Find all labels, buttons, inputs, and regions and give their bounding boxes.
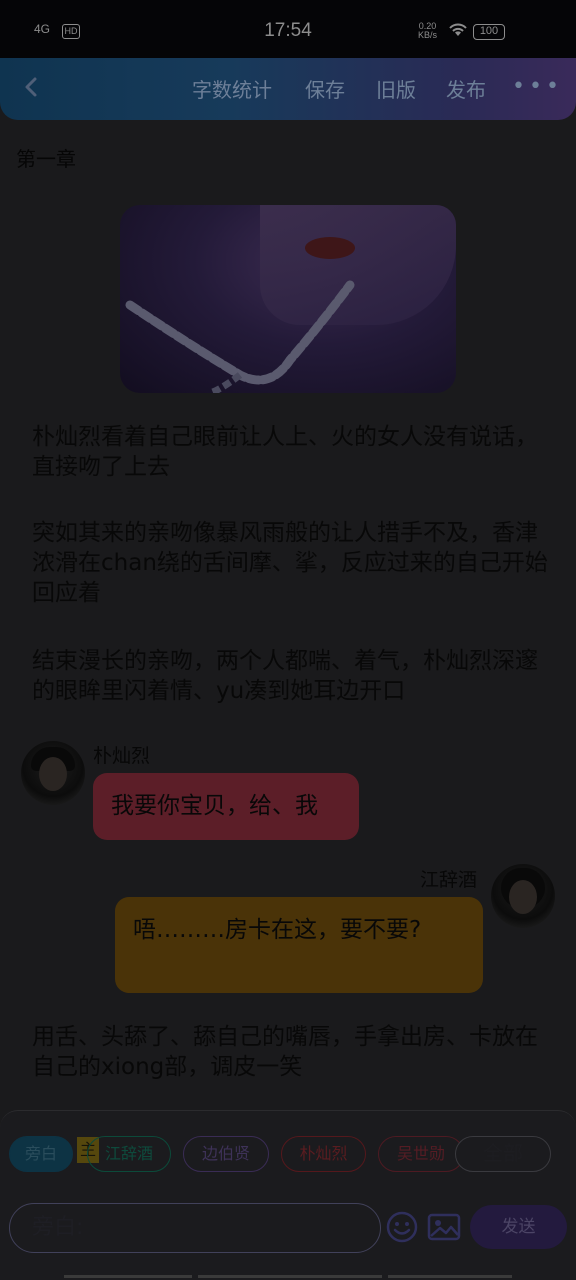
avatar[interactable] xyxy=(491,864,555,928)
role-chip-pu[interactable]: 朴灿烈 xyxy=(281,1136,366,1172)
nav-gesture-bar xyxy=(64,1275,192,1278)
role-chip-all[interactable]: 全部 xyxy=(455,1136,551,1172)
role-chip-narrator[interactable]: 旁白 xyxy=(9,1136,73,1172)
emoji-icon[interactable] xyxy=(385,1210,419,1244)
battery-indicator: 100 xyxy=(473,24,505,40)
network-speed: 0.20 KB/s xyxy=(418,22,437,40)
avatar[interactable] xyxy=(21,741,85,805)
publish-button[interactable]: 发布 xyxy=(446,74,486,103)
avatar-face xyxy=(509,880,537,914)
more-options-button[interactable]: ••• xyxy=(512,74,563,99)
portrait-lips xyxy=(305,237,355,259)
story-paragraph[interactable]: 朴灿烈看着自己眼前让人上、火的女人没有说话，直接吻了上去 xyxy=(32,422,548,482)
editor-toolbar: 字数统计 保存 旧版 发布 ••• xyxy=(0,58,576,120)
nav-gesture-bar xyxy=(198,1275,382,1278)
story-paragraph[interactable]: 用舌、头舔了、舔自己的嘴唇，手拿出房、卡放在自己的xiong部，调皮一笑 xyxy=(32,1022,548,1082)
back-icon[interactable] xyxy=(18,72,44,102)
sender-name: 朴灿烈 xyxy=(93,745,151,767)
role-chip-jiang[interactable]: 江辞酒 xyxy=(87,1136,171,1172)
message-bubble[interactable]: 唔………房卡在这，要不要? xyxy=(115,897,483,993)
story-paragraph[interactable]: 突如其来的亲吻像暴风雨般的让人措手不及，香津浓滑在chan绕的舌间摩、挲，反应过… xyxy=(32,518,548,608)
message-input[interactable]: 旁白: xyxy=(9,1203,381,1253)
role-chip-wu[interactable]: 吴世勋 xyxy=(378,1136,464,1172)
network-speed-unit: KB/s xyxy=(418,30,438,40)
send-button[interactable]: 发送 xyxy=(470,1205,567,1249)
nav-gesture-bar xyxy=(388,1275,512,1278)
story-image[interactable] xyxy=(120,205,456,393)
message-bubble[interactable]: 我要你宝贝，给、我 xyxy=(93,773,359,840)
sender-name: 江辞酒 xyxy=(420,869,478,891)
avatar-face xyxy=(39,757,67,791)
image-icon[interactable] xyxy=(427,1211,461,1243)
role-chip-bian[interactable]: 边伯贤 xyxy=(183,1136,269,1172)
story-paragraph[interactable]: 结束漫长的亲吻，两个人都喘、着气，朴灿烈深邃的眼眸里闪着情、yu凑到她耳边开口 xyxy=(32,646,548,706)
status-bar: 4G HD 17:54 0.20 KB/s 100 xyxy=(0,0,576,58)
save-button[interactable]: 保存 xyxy=(305,74,345,103)
wifi-icon xyxy=(449,23,467,36)
chapter-title[interactable]: 第一章 xyxy=(16,143,76,172)
necklace-graphic xyxy=(125,280,355,393)
old-version-button[interactable]: 旧版 xyxy=(376,74,416,103)
word-count-button[interactable]: 字数统计 xyxy=(192,74,272,103)
